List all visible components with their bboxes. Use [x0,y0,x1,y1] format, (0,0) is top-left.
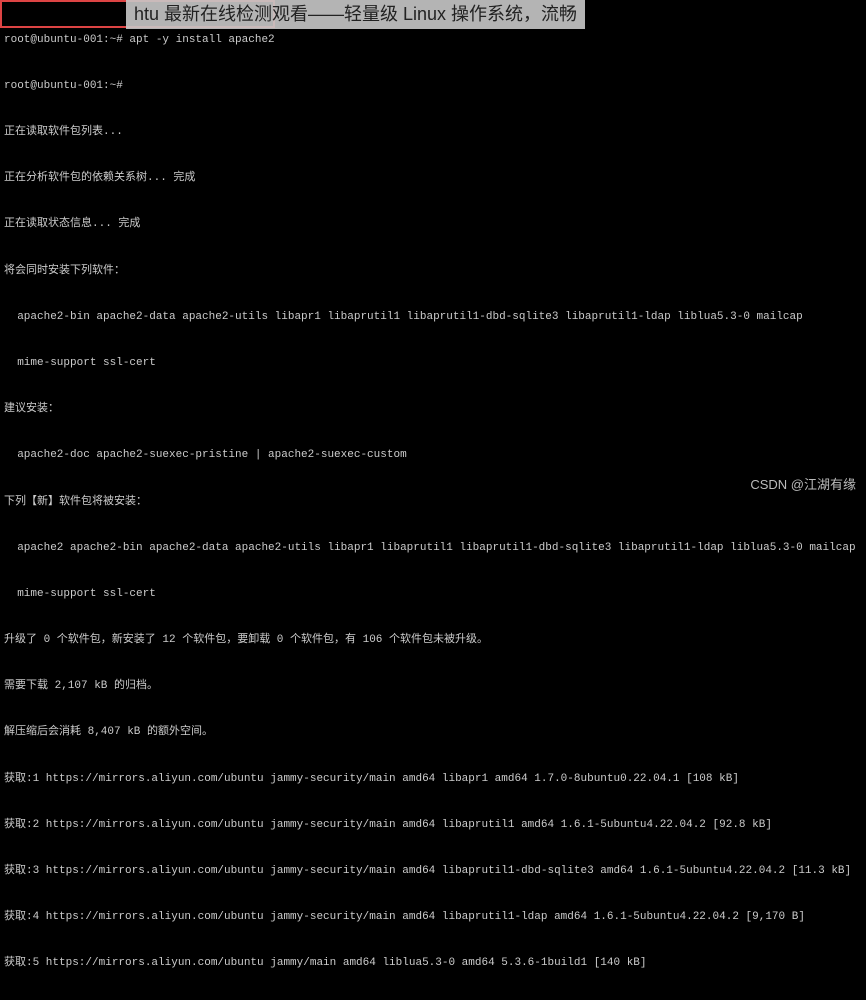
overlay-caption: htu 最新在线检测观看——轻量级 Linux 操作系统，流畅 [126,0,585,29]
terminal-line: 获取:1 https://mirrors.aliyun.com/ubuntu j… [4,772,862,787]
terminal-line: 将会同时安装下列软件： [4,264,862,279]
terminal-line: 正在读取软件包列表... [4,125,862,140]
terminal-line: 升级了 0 个软件包，新安装了 12 个软件包，要卸载 0 个软件包，有 106… [4,633,862,648]
terminal-line: 建议安装： [4,402,862,417]
terminal-line: root@ubuntu-001:~# apt -y install apache… [4,33,862,48]
terminal-line: mime-support ssl-cert [4,356,862,371]
terminal-output[interactable]: root@ubuntu-001:~# apt -y install apache… [0,0,866,1000]
terminal-line: apache2-bin apache2-data apache2-utils l… [4,310,862,325]
terminal-line: 正在分析软件包的依赖关系树... 完成 [4,171,862,186]
terminal-line: 获取:2 https://mirrors.aliyun.com/ubuntu j… [4,818,862,833]
terminal-line: 下列【新】软件包将被安装： [4,495,862,510]
watermark-text: CSDN @江湖有缘 [750,476,856,494]
terminal-line: apache2 apache2-bin apache2-data apache2… [4,541,862,556]
terminal-line: mime-support ssl-cert [4,587,862,602]
terminal-line: 需要下载 2,107 kB 的归档。 [4,679,862,694]
terminal-line: 获取:4 https://mirrors.aliyun.com/ubuntu j… [4,910,862,925]
terminal-line: 正在读取状态信息... 完成 [4,217,862,232]
terminal-line: 解压缩后会消耗 8,407 kB 的额外空间。 [4,725,862,740]
terminal-line: 获取:3 https://mirrors.aliyun.com/ubuntu j… [4,864,862,879]
terminal-line: 获取:5 https://mirrors.aliyun.com/ubuntu j… [4,956,862,971]
terminal-line: apache2-doc apache2-suexec-pristine | ap… [4,448,862,463]
terminal-line: root@ubuntu-001:~# [4,79,862,94]
